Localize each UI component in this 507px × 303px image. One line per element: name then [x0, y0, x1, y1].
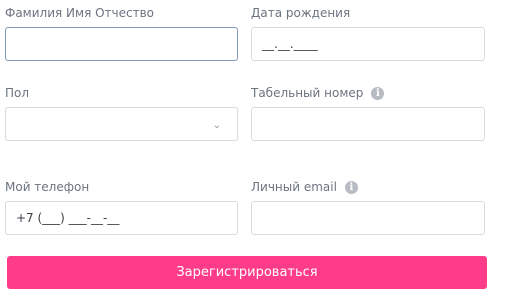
birth-date-label-text: Дата рождения: [251, 6, 351, 20]
phone-value: +7 (___) ___-__-__: [16, 211, 120, 225]
register-button-label: Зарегистрироваться: [176, 265, 318, 280]
birth-date-value: __.__.____: [262, 37, 318, 51]
phone-label: Мой телефон: [5, 180, 89, 194]
email-label: Личный email i: [251, 180, 358, 194]
employee-number-input[interactable]: [251, 107, 485, 141]
employee-number-label: Табельный номер i: [251, 86, 385, 100]
register-button[interactable]: Зарегистрироваться: [7, 256, 487, 289]
email-input[interactable]: [251, 201, 485, 235]
gender-label: Пол: [5, 86, 29, 100]
info-icon[interactable]: i: [344, 180, 358, 194]
info-icon[interactable]: i: [371, 86, 385, 100]
employee-number-label-text: Табельный номер: [251, 86, 364, 100]
full-name-label: Фамилия Имя Отчество: [5, 6, 154, 20]
birth-date-label: Дата рождения: [251, 6, 350, 20]
full-name-label-text: Фамилия Имя Отчество: [5, 6, 155, 20]
birth-date-input[interactable]: __.__.____: [251, 27, 485, 61]
gender-label-text: Пол: [5, 86, 30, 100]
email-label-text: Личный email: [251, 180, 337, 194]
phone-label-text: Мой телефон: [5, 180, 90, 194]
gender-select[interactable]: ⌄: [5, 107, 238, 141]
chevron-down-icon: ⌄: [212, 120, 221, 131]
full-name-input[interactable]: [5, 27, 238, 61]
phone-input[interactable]: +7 (___) ___-__-__: [5, 201, 238, 235]
